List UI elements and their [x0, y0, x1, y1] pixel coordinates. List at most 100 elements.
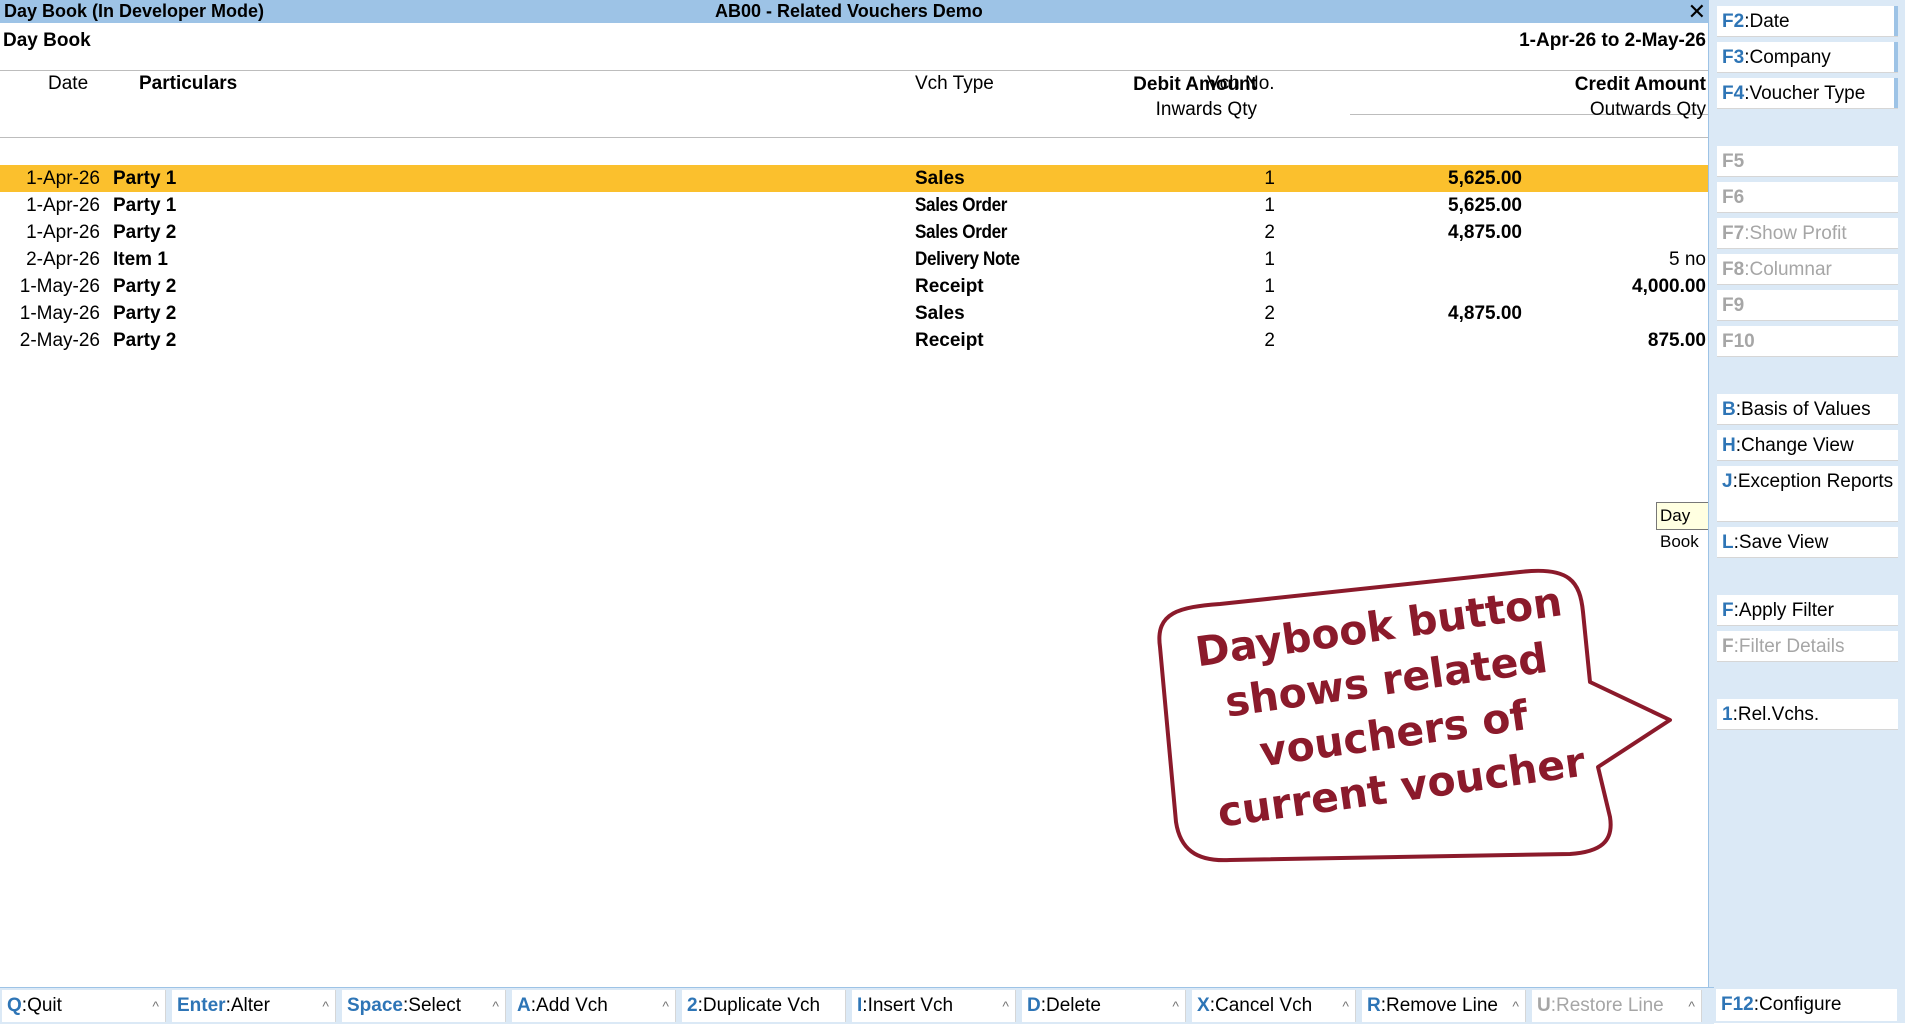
row-vch-type: Receipt [915, 276, 984, 297]
bottom-button-bar: Q:Quit ^ Enter:Alter ^ Space:Select ^ A:Add… [0, 987, 1714, 1024]
key-hint: F [1722, 636, 1734, 657]
button-label: Restore Line [1556, 995, 1664, 1016]
f9-button[interactable]: F9 [1717, 290, 1898, 321]
row-particulars: Party 2 [113, 276, 177, 297]
button-label: Configure [1759, 994, 1842, 1015]
table-row[interactable]: 1-Apr-26 Party 1 Sales Order 1 5,625.00 [0, 192, 1714, 219]
caret-icon: ^ [152, 998, 159, 1014]
delete-button[interactable]: D:Delete ^ [1022, 990, 1186, 1022]
row-date: 1-May-26 [19, 276, 100, 297]
duplicate-vch-button[interactable]: 2:Duplicate Vch [682, 990, 846, 1022]
key-hint: 1 [1722, 704, 1733, 725]
row-vch-no: 1 [1264, 195, 1275, 216]
table-row[interactable]: 1-May-26 Party 2 Receipt 1 4,000.00 [0, 273, 1714, 300]
key-hint: J [1722, 471, 1733, 492]
f10-button[interactable]: F10 [1717, 326, 1898, 357]
row-particulars: Party 1 [113, 168, 177, 189]
row-vch-no: 2 [1264, 303, 1275, 324]
report-period[interactable]: 1-Apr-26 to 2-May-26 [1519, 30, 1706, 52]
date-button[interactable]: F2:Date [1717, 6, 1898, 37]
show-profit-button[interactable]: F7:Show Profit [1717, 218, 1898, 249]
button-label: Quit [27, 995, 62, 1016]
row-vch-type: Receipt [915, 330, 984, 351]
button-label: Date [1749, 11, 1790, 32]
row-credit: 875.00 [1647, 330, 1706, 351]
key-hint: F4 [1722, 83, 1745, 104]
voucher-list: 1-Apr-26 Party 1 Sales 1 5,625.00 1-Apr-… [0, 165, 1714, 354]
f5-button[interactable]: F5 [1717, 146, 1898, 177]
key-hint: R [1367, 995, 1381, 1016]
quit-button[interactable]: Q:Quit ^ [2, 990, 166, 1022]
button-label: Voucher Type [1749, 83, 1866, 104]
alter-button[interactable]: Enter:Alter ^ [172, 990, 336, 1022]
button-label: Basis of Values [1741, 399, 1871, 420]
cancel-vch-button[interactable]: X:Cancel Vch ^ [1192, 990, 1356, 1022]
row-debit: 5,625.00 [1448, 168, 1522, 189]
table-row[interactable]: 2-May-26 Party 2 Receipt 2 875.00 [0, 327, 1714, 354]
button-label: Company [1749, 47, 1831, 68]
col-header-debit: Debit Amount [1133, 74, 1257, 95]
header-divider-bottom [0, 137, 1714, 138]
caret-icon: ^ [1172, 998, 1179, 1014]
button-label: Insert Vch [867, 995, 954, 1016]
key-hint: H [1722, 435, 1736, 456]
key-hint: Enter [177, 995, 226, 1016]
voucher-type-button[interactable]: F4:Voucher Type [1717, 78, 1898, 109]
row-vch-no: 2 [1264, 222, 1275, 243]
apply-filter-button[interactable]: F:Apply Filter [1717, 595, 1898, 626]
key-hint: Space [347, 995, 403, 1016]
close-icon[interactable]: ✕ [1688, 0, 1706, 23]
save-view-button[interactable]: L:Save View [1717, 527, 1898, 558]
button-label: Save View [1738, 532, 1829, 553]
row-date: 1-Apr-26 [26, 195, 100, 216]
caret-icon: ^ [1002, 998, 1009, 1014]
col-header-vch-type: Vch Type [915, 73, 994, 94]
add-vch-button[interactable]: A:Add Vch ^ [512, 990, 676, 1022]
key-hint: F3 [1722, 47, 1745, 68]
change-view-button[interactable]: H:Change View [1717, 430, 1898, 461]
button-label: Show Profit [1749, 223, 1847, 244]
key-hint: I [857, 995, 863, 1016]
table-row[interactable]: 1-Apr-26 Party 2 Sales Order 2 4,875.00 [0, 219, 1714, 246]
row-credit: 5 no [1669, 249, 1706, 270]
row-vch-type: Sales [915, 303, 965, 324]
table-row[interactable]: 1-May-26 Party 2 Sales 2 4,875.00 [0, 300, 1714, 327]
row-credit: 4,000.00 [1632, 276, 1706, 297]
row-date: 2-Apr-26 [26, 249, 100, 270]
row-vch-type: Delivery Note [915, 249, 1020, 270]
configure-button[interactable]: F12:Configure [1716, 989, 1897, 1021]
basis-of-values-button[interactable]: B:Basis of Values [1717, 394, 1898, 425]
button-label: Exception Reports [1737, 471, 1894, 492]
row-vch-no: 1 [1264, 168, 1275, 189]
filter-details-button[interactable]: F:Filter Details [1717, 631, 1898, 662]
row-date: 1-May-26 [19, 303, 100, 324]
row-particulars: Party 2 [113, 222, 177, 243]
table-row[interactable]: 2-Apr-26 Item 1 Delivery Note 1 5 no [0, 246, 1714, 273]
key-hint: Q [7, 995, 22, 1016]
table-row[interactable]: 1-Apr-26 Party 1 Sales 1 5,625.00 [0, 165, 1714, 192]
company-button[interactable]: F3:Company [1717, 42, 1898, 73]
row-debit: 5,625.00 [1448, 195, 1522, 216]
row-vch-type: Sales [915, 168, 965, 189]
exception-reports-button[interactable]: J:Exception Reports [1717, 466, 1898, 522]
insert-vch-button[interactable]: I:Insert Vch ^ [852, 990, 1016, 1022]
caret-icon: ^ [1688, 998, 1695, 1014]
row-particulars: Party 2 [113, 303, 177, 324]
restore-line-button[interactable]: U:Restore Line ^ [1532, 990, 1702, 1022]
button-label: Columnar [1749, 259, 1832, 280]
key-hint: F7 [1722, 223, 1745, 244]
columnar-button[interactable]: F8:Columnar [1717, 254, 1898, 285]
remove-line-button[interactable]: R:Remove Line ^ [1362, 990, 1526, 1022]
key-hint: B [1722, 399, 1736, 420]
key-hint: L [1722, 532, 1734, 553]
select-button[interactable]: Space:Select ^ [342, 990, 506, 1022]
related-vouchers-button[interactable]: 1:Rel.Vchs. [1717, 699, 1898, 730]
col-header-date: Date [48, 73, 89, 94]
f6-button[interactable]: F6 [1717, 182, 1898, 213]
row-date: 1-Apr-26 [26, 168, 100, 189]
title-bar: Day Book (In Developer Mode) AB00 - Rela… [0, 0, 1714, 23]
row-date: 1-Apr-26 [26, 222, 100, 243]
key-hint: F5 [1722, 151, 1745, 172]
key-hint: D [1027, 995, 1041, 1016]
key-hint: F8 [1722, 259, 1745, 280]
